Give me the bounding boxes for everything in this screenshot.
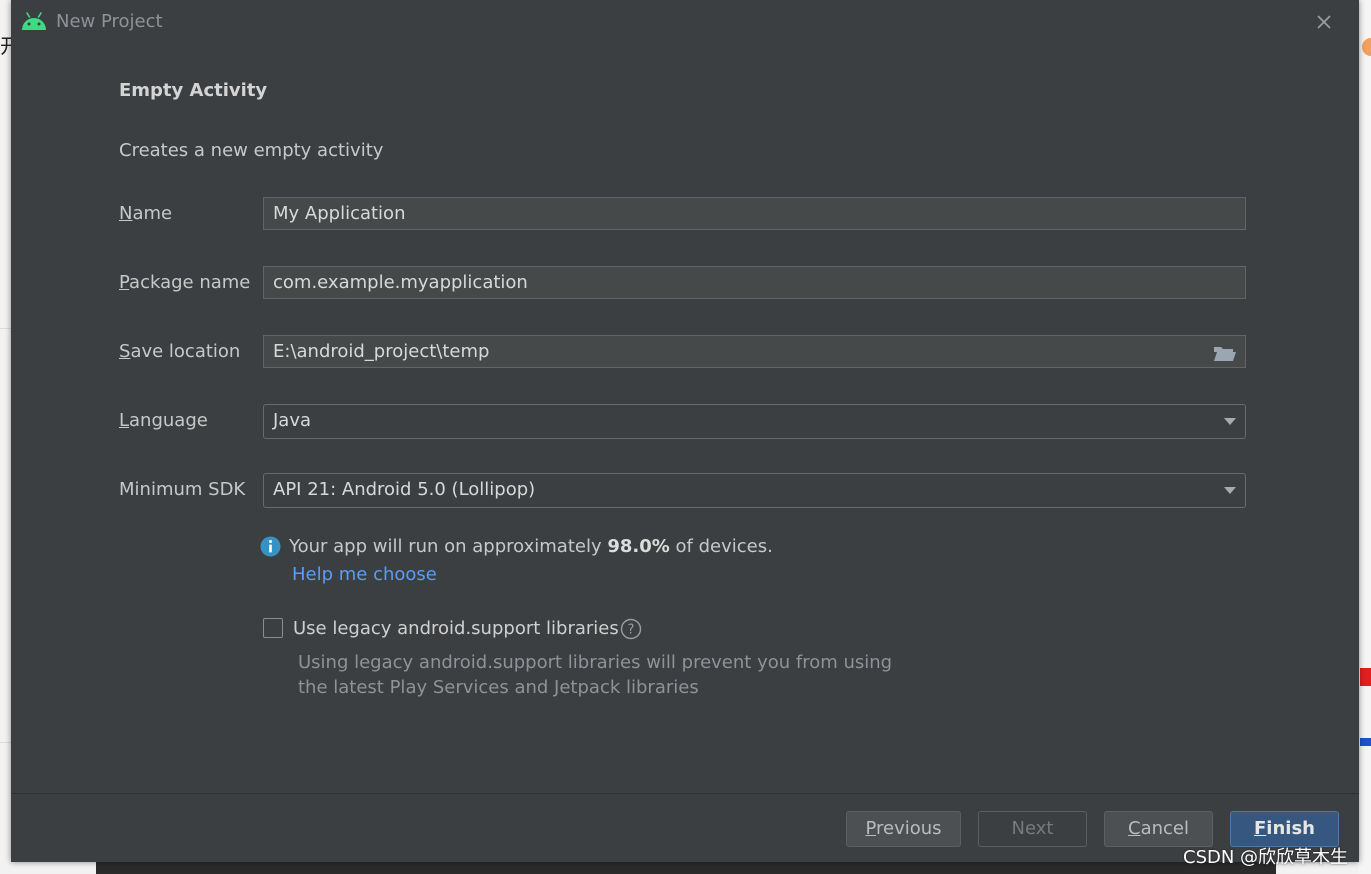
minimum-sdk-select[interactable]: API 21: Android 5.0 (Lollipop) [263, 473, 1246, 508]
cancel-button-mnemonic: C [1128, 818, 1141, 839]
name-value: My Application [273, 203, 406, 224]
svg-text:?: ? [628, 623, 635, 638]
legacy-support-checkbox[interactable] [263, 618, 283, 638]
name-label-text: ame [132, 203, 173, 224]
help-me-choose-link[interactable]: Help me choose [292, 564, 437, 585]
chevron-down-icon[interactable] [1224, 418, 1236, 425]
watermark: CSDN @欣欣草木生 [1183, 847, 1349, 868]
language-value: Java [273, 410, 312, 431]
background-bottom-bar [96, 862, 1276, 874]
language-label-mnemonic: L [119, 410, 130, 431]
template-description: Creates a new empty activity [119, 140, 384, 161]
name-label: Name [119, 203, 172, 224]
save-location-value: E:\android_project\temp [273, 341, 490, 362]
legacy-support-note-line-2: the latest Play Services and Jetpack lib… [298, 677, 699, 698]
package-name-label-mnemonic: P [119, 272, 130, 293]
save-location-label-mnemonic: S [119, 341, 131, 362]
legacy-support-label[interactable]: Use legacy android.support libraries [293, 618, 619, 639]
save-location-label-text: ave location [130, 341, 241, 362]
question-circle-icon[interactable]: ? [620, 618, 642, 640]
save-location-label: Save location [119, 341, 240, 362]
cancel-button[interactable]: Cancel [1104, 811, 1213, 847]
background-blue-mark [1360, 738, 1371, 746]
minimum-sdk-label: Minimum SDK [119, 479, 246, 500]
next-button-label: Next [1011, 818, 1054, 839]
previous-button-label: revious [876, 818, 942, 839]
next-button[interactable]: Next [978, 811, 1087, 847]
template-heading: Empty Activity [119, 80, 268, 101]
background-divider [0, 328, 11, 329]
finish-button-label: inish [1266, 818, 1315, 839]
info-icon [260, 536, 281, 557]
footer-divider [11, 793, 1359, 794]
package-name-value: com.example.myapplication [273, 272, 528, 293]
package-name-label: Package name [119, 272, 250, 293]
name-label-mnemonic: N [119, 203, 133, 224]
device-coverage-text: Your app will run on approximately 98.0%… [289, 536, 773, 557]
background-red-mark [1360, 668, 1371, 686]
device-coverage-prefix: Your app will run on approximately [289, 536, 608, 557]
title-bar[interactable]: New Project [11, 0, 1359, 44]
background-divider [0, 742, 11, 743]
previous-button-mnemonic: P [865, 818, 876, 839]
minimum-sdk-value: API 21: Android 5.0 (Lollipop) [273, 479, 536, 500]
device-coverage-percentage: 98.0% [607, 536, 670, 557]
close-icon[interactable] [1311, 9, 1337, 35]
legacy-support-note-line-1: Using legacy android.support libraries w… [298, 652, 893, 673]
name-field[interactable]: My Application [263, 197, 1246, 230]
language-label-text: anguage [129, 410, 208, 431]
android-icon [22, 12, 46, 30]
finish-button[interactable]: Finish [1230, 811, 1339, 847]
window-title: New Project [56, 11, 163, 32]
cancel-button-label: ancel [1140, 818, 1189, 839]
new-project-dialog: New Project Empty Activity Creates a new… [11, 0, 1359, 862]
save-location-field[interactable]: E:\android_project\temp [263, 335, 1246, 368]
language-select[interactable]: Java [263, 404, 1246, 439]
legacy-support-note: Using legacy android.support libraries w… [298, 650, 892, 700]
device-coverage-suffix: of devices. [669, 536, 773, 557]
package-name-field[interactable]: com.example.myapplication [263, 266, 1246, 299]
folder-icon[interactable] [1213, 344, 1237, 362]
previous-button[interactable]: Previous [846, 811, 961, 847]
package-name-label-text: ackage name [129, 272, 251, 293]
finish-button-mnemonic: F [1254, 818, 1267, 839]
chevron-down-icon[interactable] [1224, 487, 1236, 494]
language-label: Language [119, 410, 208, 431]
